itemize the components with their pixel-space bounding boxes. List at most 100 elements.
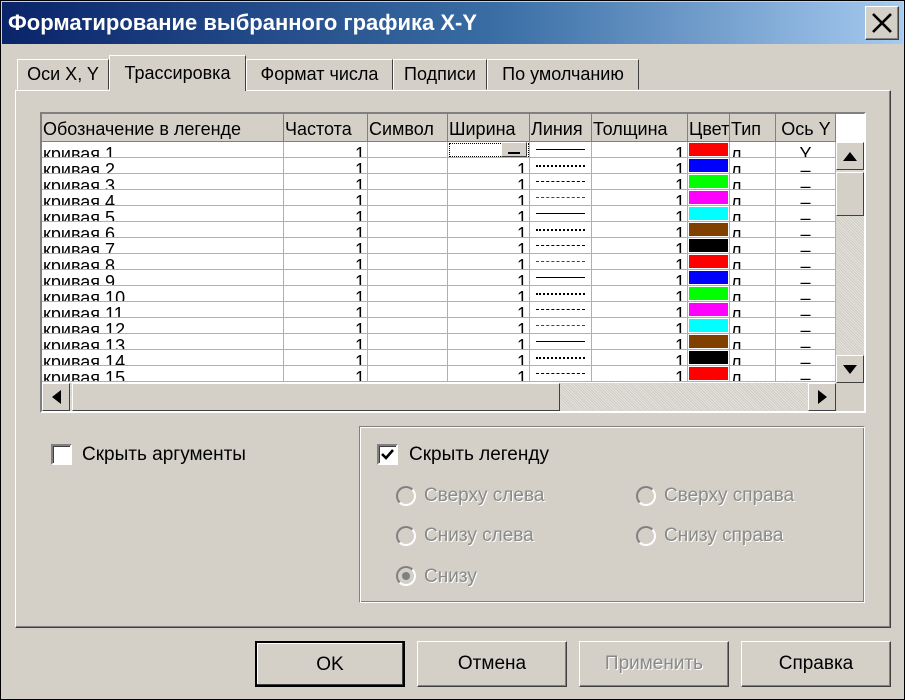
- radio-bottom-right-label[interactable]: Снизу справа: [664, 525, 783, 547]
- cell-type[interactable]: л: [730, 222, 776, 238]
- cell-legend-name[interactable]: кривая 6: [42, 222, 284, 238]
- cell-thickness[interactable]: 1: [592, 286, 688, 302]
- cell-type[interactable]: л: [730, 206, 776, 222]
- col-header-frequency[interactable]: Частота: [284, 114, 368, 142]
- cell-axis[interactable]: –: [776, 254, 836, 270]
- cell-legend-name[interactable]: кривая 8: [42, 254, 284, 270]
- tab-labels[interactable]: Подписи: [393, 59, 487, 90]
- cell-width[interactable]: 1: [448, 270, 530, 286]
- cell-thickness[interactable]: 1: [592, 190, 688, 206]
- cell-legend-name[interactable]: кривая 4: [42, 190, 284, 206]
- cell-frequency[interactable]: 1: [284, 350, 368, 366]
- cell-color[interactable]: [688, 174, 730, 190]
- cell-axis[interactable]: –: [776, 174, 836, 190]
- cell-width[interactable]: 1: [448, 238, 530, 254]
- table-row[interactable]: кривая 5 1 1 1 л –: [42, 206, 836, 222]
- cell-frequency[interactable]: 1: [284, 222, 368, 238]
- cell-legend-name[interactable]: кривая 2: [42, 158, 284, 174]
- cell-line-style[interactable]: [530, 174, 592, 190]
- cell-symbol[interactable]: [368, 270, 448, 286]
- col-header-legend[interactable]: Обозначение в легенде: [42, 114, 284, 142]
- radio-top-right-label[interactable]: Сверху справа: [664, 485, 794, 507]
- cell-color[interactable]: [688, 190, 730, 206]
- tab-tracing[interactable]: Трассировка: [109, 55, 246, 91]
- close-button[interactable]: [865, 6, 899, 40]
- ok-button[interactable]: OK: [255, 641, 405, 687]
- col-header-type[interactable]: Тип: [730, 114, 776, 142]
- cell-thickness[interactable]: 1: [592, 206, 688, 222]
- scroll-up-button[interactable]: [836, 142, 864, 170]
- cell-type[interactable]: л: [730, 254, 776, 270]
- cell-line-style[interactable]: [530, 158, 592, 174]
- col-header-line[interactable]: Линия: [530, 114, 592, 142]
- cell-legend-name[interactable]: кривая 10: [42, 286, 284, 302]
- col-header-width[interactable]: Ширина: [448, 114, 530, 142]
- cell-width[interactable]: 1: [448, 302, 530, 318]
- table-row[interactable]: кривая 15 1 1 1 л –: [42, 366, 836, 382]
- cancel-button[interactable]: Отмена: [417, 641, 567, 687]
- cell-line-style[interactable]: [530, 286, 592, 302]
- cell-axis[interactable]: –: [776, 222, 836, 238]
- col-header-axis[interactable]: Ось Y: [776, 114, 836, 142]
- cell-width[interactable]: 1: [448, 190, 530, 206]
- cell-frequency[interactable]: 1: [284, 302, 368, 318]
- cell-color[interactable]: [688, 318, 730, 334]
- cell-frequency[interactable]: 1: [284, 366, 368, 382]
- table-row[interactable]: кривая 7 1 1 1 л –: [42, 238, 836, 254]
- hide-args-label[interactable]: Скрыть аргументы: [82, 444, 246, 466]
- cell-type[interactable]: л: [730, 190, 776, 206]
- cell-color[interactable]: [688, 286, 730, 302]
- cell-color[interactable]: [688, 366, 730, 382]
- cell-line-style[interactable]: [530, 302, 592, 318]
- cell-legend-name[interactable]: кривая 12: [42, 318, 284, 334]
- table-row[interactable]: кривая 8 1 1 1 л –: [42, 254, 836, 270]
- cell-width[interactable]: 1: [448, 286, 530, 302]
- cell-type[interactable]: л: [730, 334, 776, 350]
- cell-thickness[interactable]: 1: [592, 334, 688, 350]
- table-row[interactable]: кривая 12 1 1 1 л –: [42, 318, 836, 334]
- cell-color[interactable]: [688, 334, 730, 350]
- cell-frequency[interactable]: 1: [284, 254, 368, 270]
- cell-color[interactable]: [688, 270, 730, 286]
- cell-color[interactable]: [688, 222, 730, 238]
- radio-bottom-label[interactable]: Снизу: [424, 566, 477, 588]
- vertical-scrollbar[interactable]: [836, 142, 864, 383]
- cell-legend-name[interactable]: кривая 13: [42, 334, 284, 350]
- cell-symbol[interactable]: [368, 334, 448, 350]
- cell-symbol[interactable]: [368, 222, 448, 238]
- help-button[interactable]: Справка: [741, 641, 891, 687]
- cell-symbol[interactable]: [368, 206, 448, 222]
- cell-line-style[interactable]: [530, 142, 592, 158]
- cell-legend-name[interactable]: кривая 9: [42, 270, 284, 286]
- scroll-down-button[interactable]: [836, 355, 864, 383]
- cell-axis[interactable]: –: [776, 190, 836, 206]
- table-row[interactable]: кривая 10 1 1 1 л –: [42, 286, 836, 302]
- cell-axis[interactable]: –: [776, 206, 836, 222]
- cell-line-style[interactable]: [530, 350, 592, 366]
- cell-width[interactable]: 1: [448, 350, 530, 366]
- cell-axis[interactable]: –: [776, 270, 836, 286]
- cell-type[interactable]: л: [730, 238, 776, 254]
- cell-axis[interactable]: –: [776, 158, 836, 174]
- cell-color[interactable]: [688, 302, 730, 318]
- radio-bottom-left-label[interactable]: Снизу слева: [424, 525, 534, 547]
- cell-legend-name[interactable]: кривая 1: [42, 142, 284, 158]
- cell-legend-name[interactable]: кривая 5: [42, 206, 284, 222]
- cell-symbol[interactable]: [368, 302, 448, 318]
- cell-legend-name[interactable]: кривая 14: [42, 350, 284, 366]
- cell-color[interactable]: [688, 142, 730, 158]
- cell-axis[interactable]: –: [776, 302, 836, 318]
- cell-symbol[interactable]: [368, 318, 448, 334]
- horizontal-scroll-thumb[interactable]: [72, 383, 560, 411]
- hide-legend-checkbox[interactable]: [377, 444, 398, 465]
- radio-bottom[interactable]: [396, 566, 416, 586]
- cell-frequency[interactable]: 1: [284, 158, 368, 174]
- cell-type[interactable]: л: [730, 142, 776, 158]
- cell-thickness[interactable]: 1: [592, 350, 688, 366]
- cell-symbol[interactable]: [368, 190, 448, 206]
- tab-axes[interactable]: Оси X, Y: [17, 59, 109, 90]
- cell-type[interactable]: л: [730, 286, 776, 302]
- table-row[interactable]: кривая 1111лY: [42, 142, 836, 158]
- cell-frequency[interactable]: 1: [284, 334, 368, 350]
- cell-width[interactable]: 1: [448, 174, 530, 190]
